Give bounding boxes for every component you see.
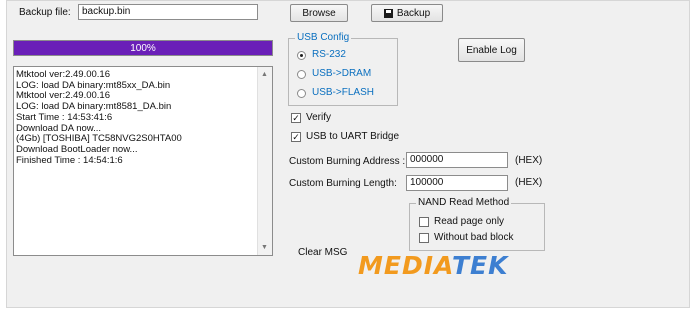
- read-page-only-label: Read page only: [434, 216, 505, 227]
- without-bad-block-checkbox[interactable]: [419, 233, 429, 243]
- logo-part-media: MEDIA: [358, 251, 452, 280]
- radio-rs232[interactable]: [297, 51, 306, 60]
- enable-log-button[interactable]: Enable Log: [458, 38, 525, 62]
- radio-usb-dram[interactable]: [297, 70, 306, 79]
- radio-usb-flash-label: USB->FLASH: [312, 87, 374, 98]
- scroll-up-icon[interactable]: ▲: [261, 71, 268, 78]
- backup-button-label: Backup: [396, 7, 431, 19]
- backup-button[interactable]: Backup: [371, 4, 443, 22]
- log-lines: Mtktool ver:2.49.00.16 LOG: load DA binar…: [16, 69, 256, 166]
- mediatek-logo: MEDIATEK: [358, 251, 528, 280]
- browse-button[interactable]: Browse: [290, 4, 348, 22]
- burning-length-input[interactable]: 100000: [406, 175, 508, 191]
- burning-address-label: Custom Burning Address :: [289, 156, 406, 167]
- log-output[interactable]: Mtktool ver:2.49.00.16 LOG: load DA binar…: [13, 66, 273, 256]
- clear-msg-button[interactable]: Clear MSG: [298, 247, 347, 258]
- burning-address-input[interactable]: 000000: [406, 152, 508, 168]
- logo-part-tek: TEK: [451, 251, 509, 280]
- log-line: Finished Time : 14:54:1:6: [16, 154, 123, 166]
- backup-file-field[interactable]: backup.bin: [78, 4, 258, 20]
- log-scrollbar[interactable]: ▲ ▼: [257, 67, 272, 255]
- save-icon: [383, 8, 393, 18]
- progress-text: 100%: [130, 42, 156, 54]
- nand-read-method-title: NAND Read Method: [416, 197, 512, 208]
- read-page-only-checkbox[interactable]: [419, 217, 429, 227]
- verify-label: Verify: [306, 112, 332, 123]
- browse-button-label: Browse: [302, 7, 336, 19]
- log-line: Start Time : 14:53:41:6: [16, 111, 113, 123]
- enable-log-label: Enable Log: [466, 44, 517, 56]
- usb-uart-checkbox[interactable]: ✓: [291, 132, 301, 142]
- usb-uart-label: USB to UART Bridge: [306, 131, 400, 142]
- burning-length-unit: (HEX): [515, 177, 543, 188]
- scroll-down-icon[interactable]: ▼: [261, 244, 268, 251]
- radio-rs232-label: RS-232: [312, 49, 346, 60]
- burning-address-unit: (HEX): [515, 155, 543, 166]
- progress-bar: 100%: [13, 40, 273, 56]
- nand-read-method-group: NAND Read Method: [409, 197, 545, 251]
- usb-config-title: USB Config: [295, 32, 352, 43]
- burning-length-label: Custom Burning Length:: [289, 178, 397, 189]
- radio-usb-flash[interactable]: [297, 89, 306, 98]
- verify-checkbox[interactable]: ✓: [291, 113, 301, 123]
- backup-file-label: Backup file:: [19, 7, 71, 18]
- without-bad-block-label: Without bad block: [434, 232, 514, 243]
- radio-usb-dram-label: USB->DRAM: [312, 68, 372, 79]
